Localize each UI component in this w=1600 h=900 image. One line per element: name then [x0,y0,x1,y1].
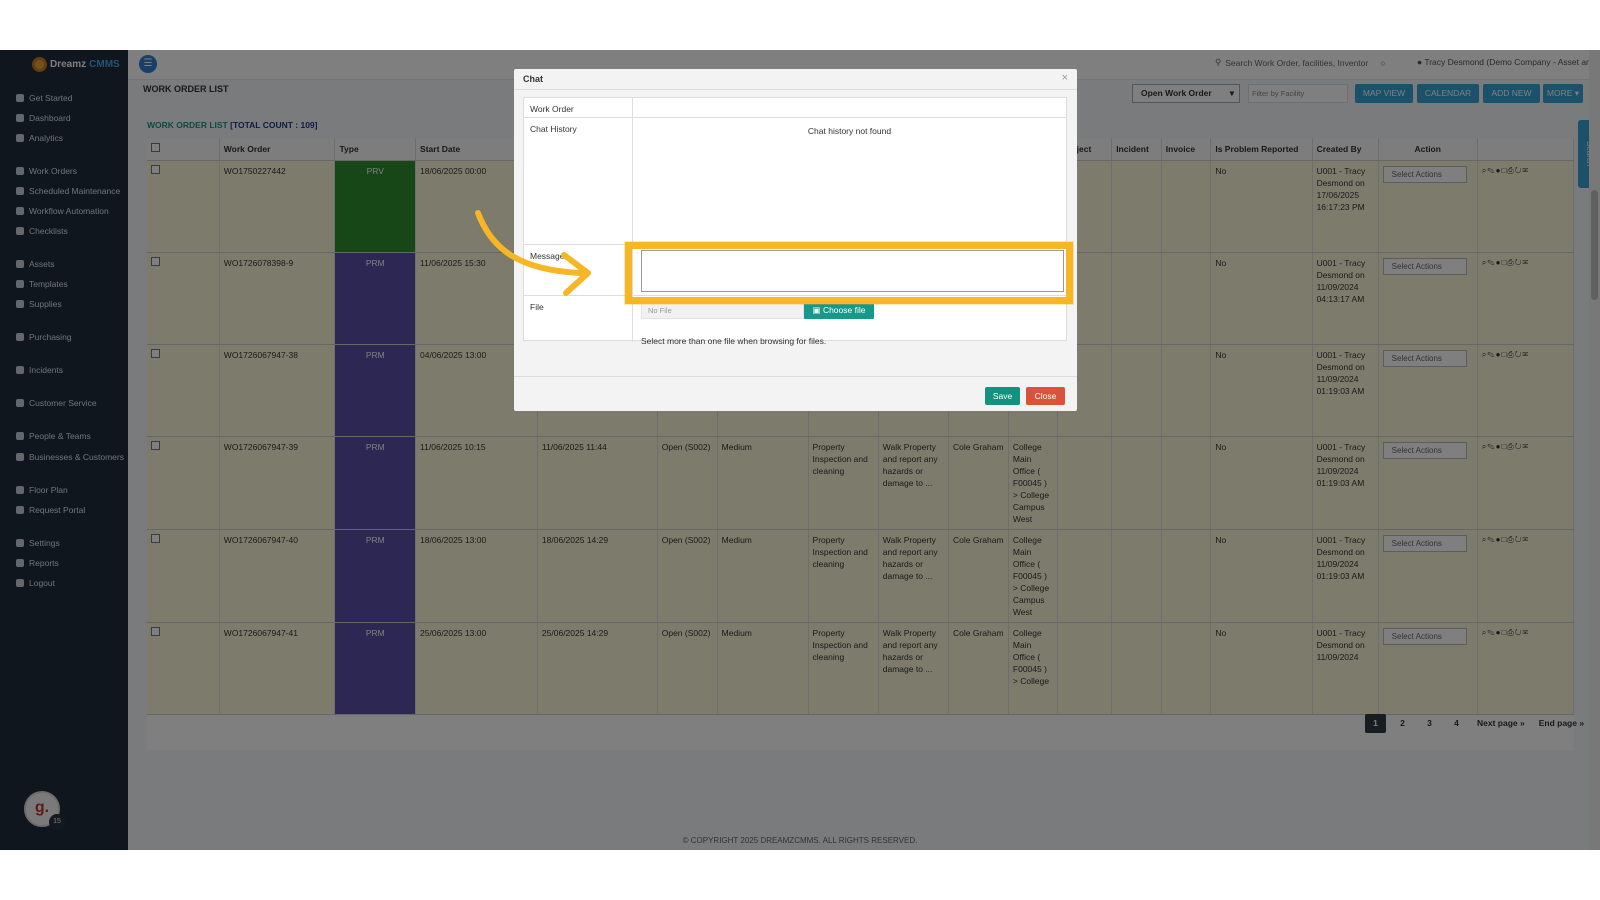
save-button[interactable]: Save [985,387,1020,405]
chat-history-panel: Chat history not found [633,118,1066,245]
close-button[interactable]: Close [1026,387,1065,405]
chat-history-empty-text: Chat history not found [807,126,892,136]
highlight-box [625,242,1073,304]
modal-header: Chat × [514,69,1077,90]
file-name-display: No File [641,302,804,319]
app-window: DreamzCMMS Get StartedDashboardAnalytics… [0,50,1600,850]
file-hint-text: Select more than one file when browsing … [641,336,827,346]
choose-file-button[interactable]: ▣ Choose file [804,302,874,319]
upload-icon: ▣ [812,305,823,315]
choose-file-label: Choose file [822,305,866,315]
modal-footer-divider [514,376,1077,377]
callout-arrow-icon [475,210,591,296]
modal-title: Chat [523,74,543,84]
close-icon[interactable]: × [1062,72,1068,84]
work-order-label: Work Order [524,98,633,118]
work-order-value [633,98,1066,118]
